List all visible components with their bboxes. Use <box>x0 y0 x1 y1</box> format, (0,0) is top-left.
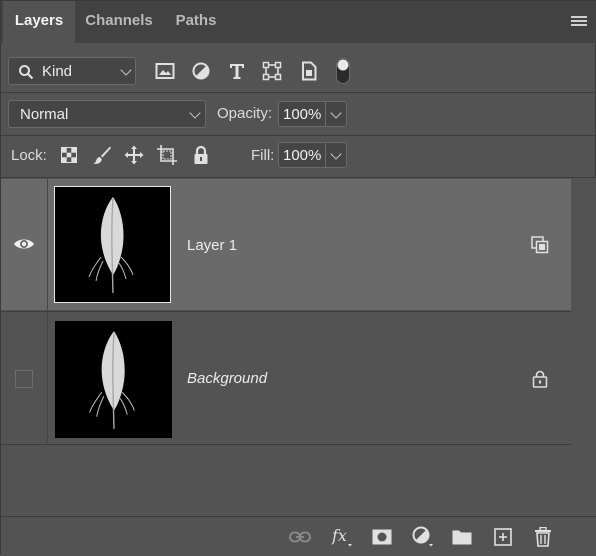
new-layer-icon[interactable] <box>491 525 515 549</box>
fill-dropdown[interactable] <box>325 143 346 167</box>
visibility-toggle[interactable] <box>15 370 33 388</box>
opacity-field[interactable]: 100% <box>278 101 347 127</box>
filter-kind-select[interactable]: Kind <box>8 57 136 85</box>
layer-thumbnail[interactable] <box>55 321 172 438</box>
layer-row-layer-1[interactable]: Layer 1 <box>1 179 571 310</box>
type-filter-icon[interactable] <box>225 59 249 83</box>
new-group-folder-icon[interactable] <box>450 525 474 549</box>
feather-image <box>89 331 135 429</box>
divider <box>1 135 596 136</box>
shape-filter-icon[interactable] <box>260 59 284 83</box>
add-mask-icon[interactable] <box>370 525 394 549</box>
tab-paths[interactable]: Paths <box>163 1 229 43</box>
layer-thumbnail[interactable] <box>54 186 171 303</box>
panel-menu-icon[interactable] <box>571 16 587 28</box>
lock-icon[interactable] <box>529 368 551 390</box>
visibility-column <box>1 179 48 310</box>
fill-field[interactable]: 100% <box>278 142 347 168</box>
divider <box>1 92 596 93</box>
chevron-down-icon <box>330 107 342 119</box>
layer-style-fx-icon[interactable]: fx <box>331 525 355 549</box>
lock-transparent-pixels-icon[interactable] <box>58 144 80 166</box>
delete-layer-trash-icon[interactable] <box>531 525 555 549</box>
tab-strip: Layers Channels Paths <box>1 1 596 45</box>
smart-object-filter-icon[interactable] <box>297 59 321 83</box>
lock-image-pixels-icon[interactable] <box>91 144 113 166</box>
filter-toggle-icon[interactable] <box>331 58 355 84</box>
layer-name[interactable]: Background <box>187 370 267 387</box>
adjustment-filter-icon[interactable] <box>189 59 213 83</box>
image-filter-icon[interactable] <box>153 59 177 83</box>
link-layers-icon[interactable] <box>288 525 312 549</box>
lock-label: Lock: <box>11 147 47 164</box>
opacity-value: 100% <box>283 106 322 123</box>
opacity-label: Opacity: <box>217 105 273 122</box>
feather-image <box>88 197 134 294</box>
search-icon <box>19 65 34 80</box>
layers-panel: Layers Channels Paths Kind Normal Opacit… <box>0 0 596 556</box>
tab-layers[interactable]: Layers <box>3 1 75 45</box>
layers-scrollbar[interactable] <box>571 178 596 516</box>
tab-channels[interactable]: Channels <box>75 1 163 43</box>
fill-label: Fill: <box>251 147 275 164</box>
eye-icon[interactable] <box>13 237 35 251</box>
divider <box>1 444 571 445</box>
smart-object-icon <box>529 234 551 256</box>
new-adjustment-layer-icon[interactable] <box>411 525 435 549</box>
chevron-down-icon <box>120 64 132 76</box>
fill-value: 100% <box>283 147 322 164</box>
blend-mode-value: Normal <box>20 106 69 123</box>
visibility-column <box>1 312 48 443</box>
layer-row-background[interactable]: Background <box>1 312 571 443</box>
chevron-down-icon <box>189 107 201 119</box>
chevron-down-icon <box>330 148 342 160</box>
blend-mode-select[interactable]: Normal <box>8 100 206 128</box>
layer-name[interactable]: Layer 1 <box>187 237 237 254</box>
layers-bottom-bar: fx <box>1 516 596 556</box>
lock-artboard-icon[interactable] <box>156 144 178 166</box>
opacity-dropdown[interactable] <box>325 102 346 126</box>
lock-position-icon[interactable] <box>123 144 145 166</box>
svg-text:fx: fx <box>331 526 347 545</box>
filter-kind-label: Kind <box>42 63 73 80</box>
lock-all-icon[interactable] <box>190 144 212 166</box>
